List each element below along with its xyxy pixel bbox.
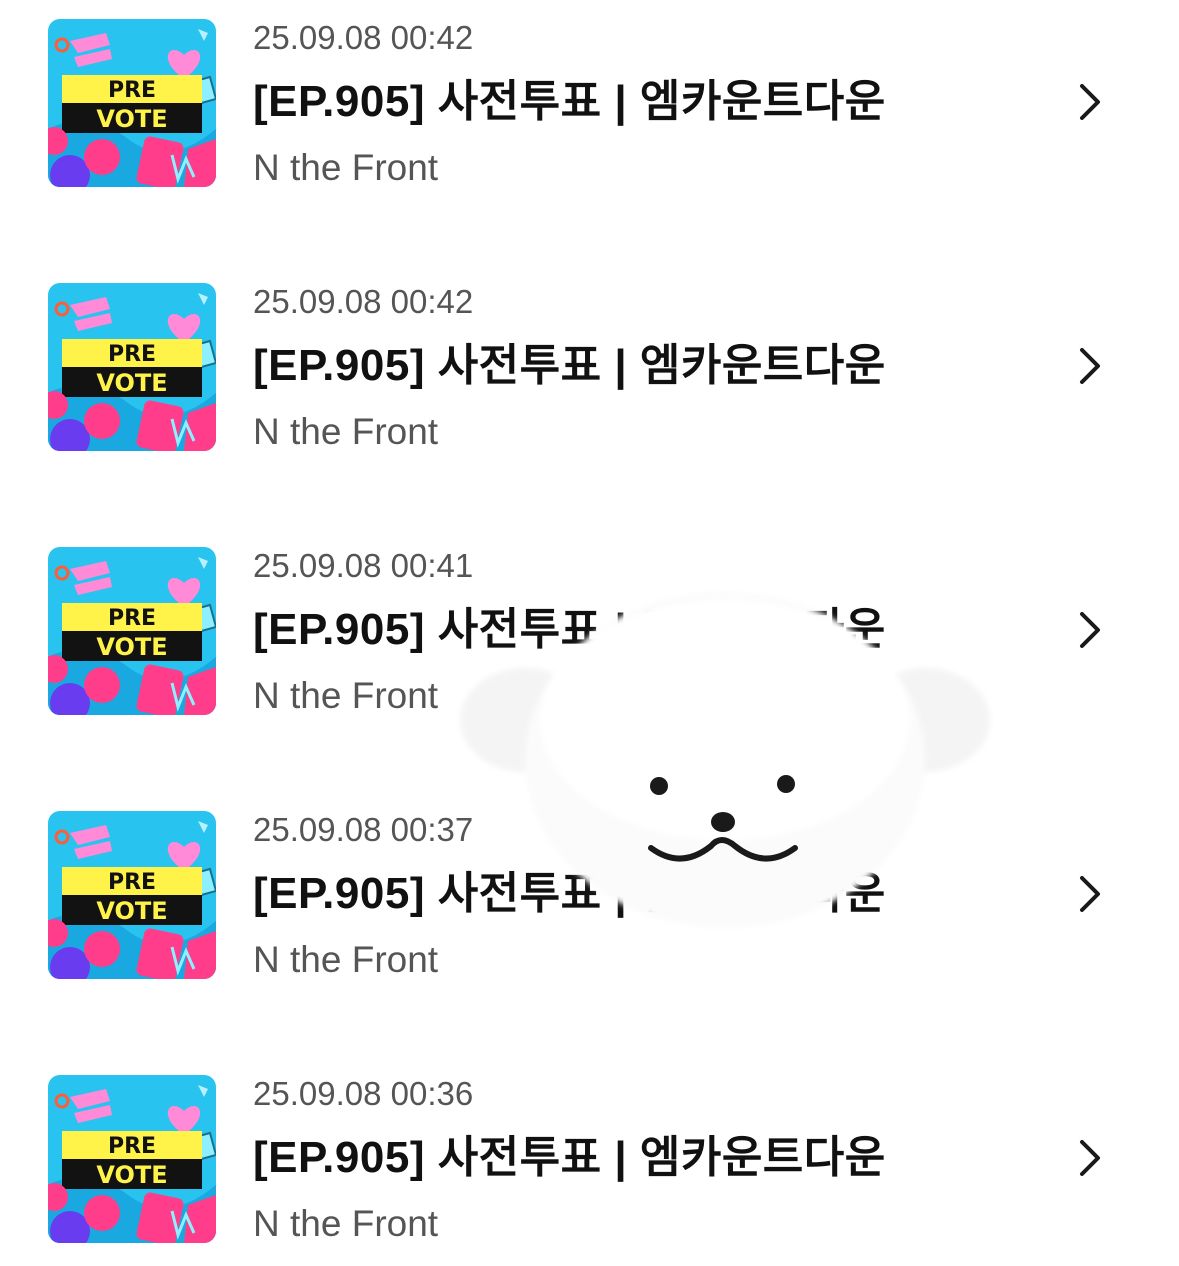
- chevron-right-icon[interactable]: [1072, 1136, 1106, 1180]
- list-item[interactable]: PRE VOTE 25.09.08 00:37 [EP.905] 사전투표 | …: [0, 792, 1179, 992]
- item-title: [EP.905] 사전투표 | 엠카운트다운: [253, 869, 886, 918]
- item-artist: N the Front: [253, 1203, 439, 1244]
- item-date: 25.09.08 00:37: [253, 811, 474, 848]
- thumb-vote-text: VOTE: [96, 897, 167, 925]
- item-title: [EP.905] 사전투표 | 엠카운트다운: [253, 77, 886, 126]
- thumb-pre-text: PRE: [108, 78, 156, 103]
- item-artist: N the Front: [253, 675, 439, 716]
- thumb-pre-text: PRE: [108, 870, 156, 895]
- list-item[interactable]: PRE VOTE 25.09.08 00:41 [EP.905] 사전투표 | …: [0, 528, 1179, 728]
- list-item[interactable]: PRE VOTE 25.09.08 00:42 [EP.905] 사전투표 | …: [0, 264, 1179, 464]
- thumb-vote-text: VOTE: [96, 105, 167, 133]
- item-date: 25.09.08 00:42: [253, 19, 474, 56]
- chevron-right-icon[interactable]: [1072, 344, 1106, 388]
- item-artist: N the Front: [253, 939, 439, 980]
- list-item[interactable]: PRE VOTE 25.09.08 00:42 [EP.905] 사전투표 | …: [0, 0, 1179, 200]
- item-artist: N the Front: [253, 411, 439, 452]
- chevron-right-icon[interactable]: [1072, 872, 1106, 916]
- pre-vote-thumbnail-icon: PRE VOTE: [48, 1075, 216, 1243]
- item-date: 25.09.08 00:42: [253, 283, 474, 320]
- item-title: [EP.905] 사전투표 | 엠카운트다운: [253, 605, 886, 654]
- thumb-pre-text: PRE: [108, 1134, 156, 1159]
- item-title: [EP.905] 사전투표 | 엠카운트다운: [253, 1133, 886, 1182]
- list-item[interactable]: PRE VOTE 25.09.08 00:36 [EP.905] 사전투표 | …: [0, 1056, 1179, 1256]
- thumb-vote-text: VOTE: [96, 1161, 167, 1189]
- item-title: [EP.905] 사전투표 | 엠카운트다운: [253, 341, 886, 390]
- pre-vote-thumbnail-icon: PRE VOTE: [48, 811, 216, 979]
- thumb-vote-text: VOTE: [96, 633, 167, 661]
- thumb-pre-text: PRE: [108, 606, 156, 631]
- pre-vote-thumbnail-icon: PRE VOTE: [48, 547, 216, 715]
- thumb-vote-text: VOTE: [96, 369, 167, 397]
- chevron-right-icon[interactable]: [1072, 80, 1106, 124]
- chevron-right-icon[interactable]: [1072, 608, 1106, 652]
- pre-vote-thumbnail-icon: PRE VOTE: [48, 283, 216, 451]
- thumb-pre-text: PRE: [108, 342, 156, 367]
- item-date: 25.09.08 00:41: [253, 547, 474, 584]
- item-date: 25.09.08 00:36: [253, 1075, 474, 1112]
- pre-vote-thumbnail-icon: PRE VOTE: [48, 19, 216, 187]
- item-artist: N the Front: [253, 147, 439, 188]
